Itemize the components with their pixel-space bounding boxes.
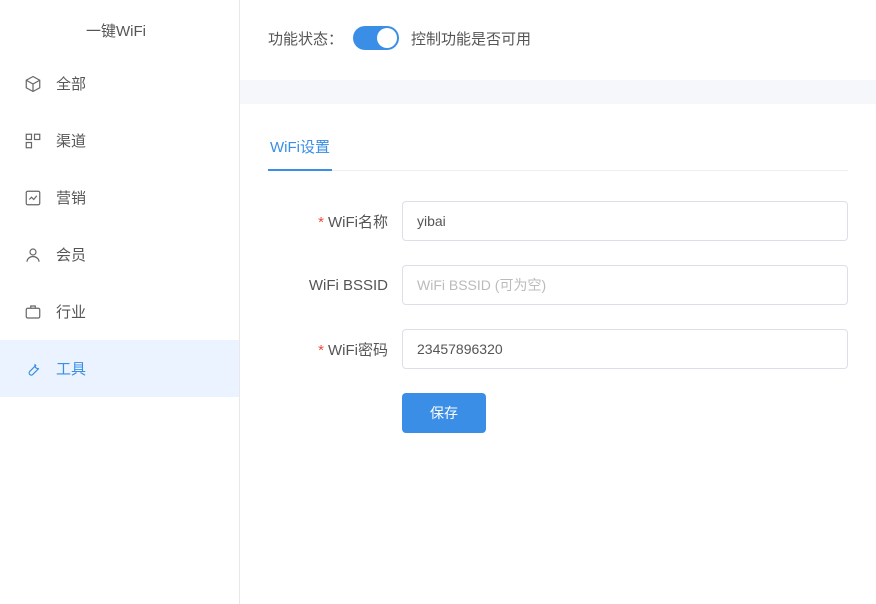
cube-icon — [24, 75, 42, 93]
sidebar-sub-wifi[interactable]: 一键WiFi — [0, 8, 239, 55]
bssid-input[interactable] — [402, 265, 848, 305]
sidebar-item-label: 会员 — [56, 244, 86, 265]
function-status-desc: 控制功能是否可用 — [411, 28, 531, 49]
form-row-wifi-name: *WiFi名称 — [268, 201, 848, 241]
main-content: 功能状态： 控制功能是否可用 WiFi设置 *WiFi名称 WiFi BSSID — [240, 0, 876, 604]
password-input[interactable] — [402, 329, 848, 369]
sidebar-item-tools[interactable]: 工具 — [0, 340, 239, 397]
sidebar-item-marketing[interactable]: 营销 — [0, 169, 239, 226]
tab-row: WiFi设置 — [268, 130, 848, 171]
sidebar-item-channel[interactable]: 渠道 — [0, 112, 239, 169]
sidebar-item-all[interactable]: 全部 — [0, 55, 239, 112]
sidebar-item-industry[interactable]: 行业 — [0, 283, 239, 340]
briefcase-icon — [24, 303, 42, 321]
sidebar: 一键WiFi 全部 渠道 营销 会员 行业 工具 — [0, 0, 240, 604]
function-status-section: 功能状态： 控制功能是否可用 — [240, 0, 876, 80]
function-status-label: 功能状态： — [268, 28, 343, 49]
sidebar-item-label: 全部 — [56, 73, 86, 94]
user-icon — [24, 246, 42, 264]
password-label: *WiFi密码 — [268, 339, 388, 360]
blocks-icon — [24, 132, 42, 150]
wifi-settings-card: WiFi设置 *WiFi名称 WiFi BSSID *WiFi密码 — [240, 104, 876, 604]
save-button[interactable]: 保存 — [402, 393, 486, 433]
function-toggle[interactable] — [353, 26, 399, 50]
sidebar-item-label: 工具 — [56, 358, 86, 379]
form-row-bssid: WiFi BSSID — [268, 265, 848, 305]
tab-wifi-settings[interactable]: WiFi设置 — [268, 130, 332, 171]
sidebar-item-member[interactable]: 会员 — [0, 226, 239, 283]
chart-icon — [24, 189, 42, 207]
wrench-icon — [24, 360, 42, 378]
sidebar-item-label: 行业 — [56, 301, 86, 322]
sidebar-item-label: 渠道 — [56, 130, 86, 151]
wifi-name-input[interactable] — [402, 201, 848, 241]
bssid-label: WiFi BSSID — [268, 277, 388, 294]
wifi-name-label: *WiFi名称 — [268, 211, 388, 232]
sidebar-item-label: 营销 — [56, 187, 86, 208]
form-row-password: *WiFi密码 — [268, 329, 848, 369]
